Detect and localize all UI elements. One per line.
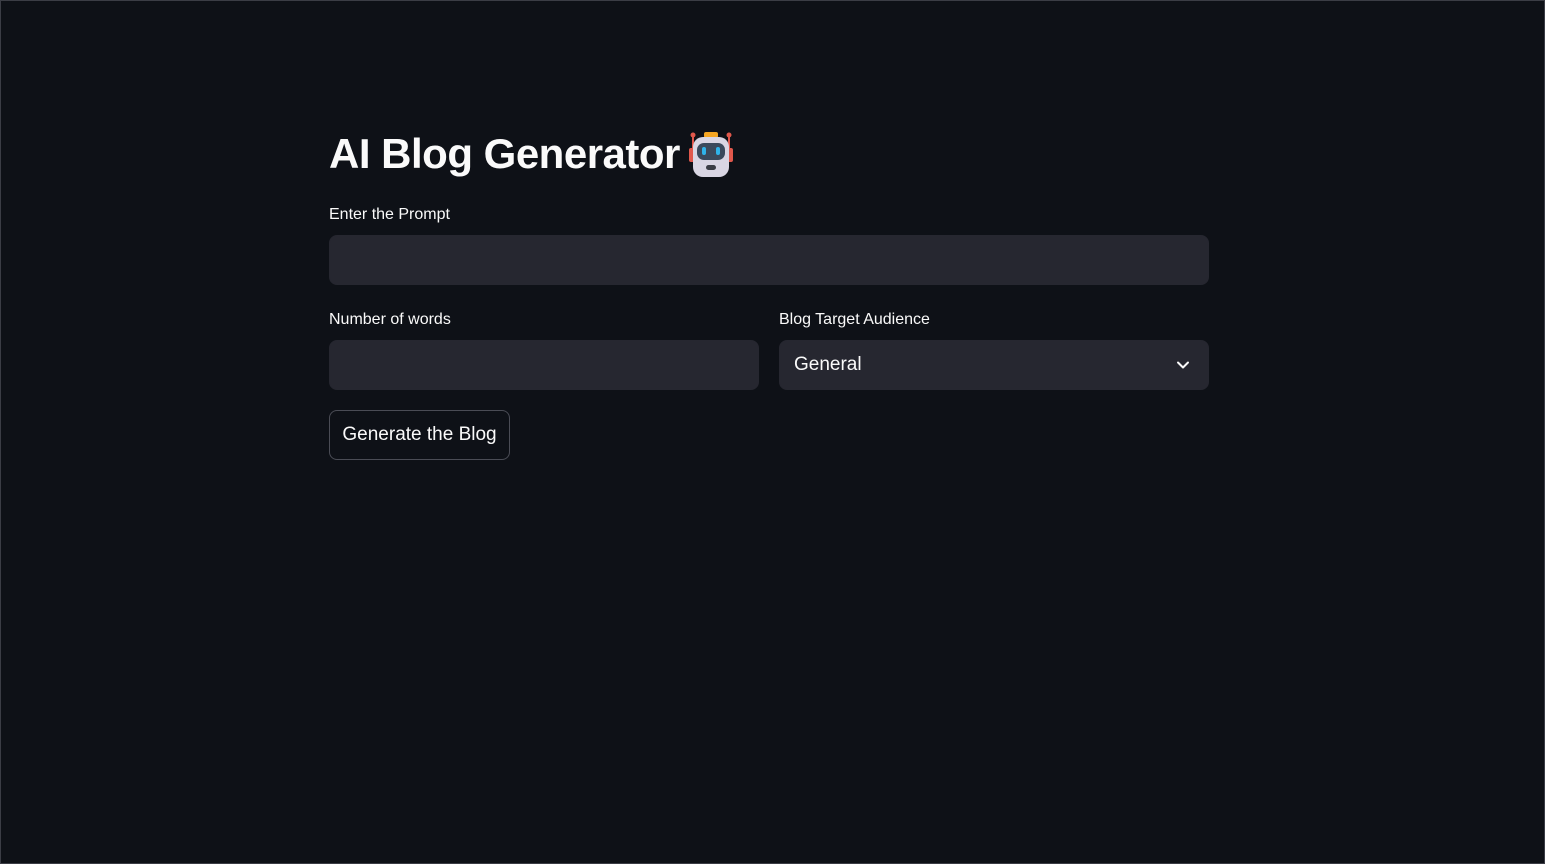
audience-select[interactable]: General <box>779 340 1209 390</box>
word-count-input[interactable] <box>330 341 758 389</box>
title-row: AI Blog Generator <box>329 127 734 181</box>
app-window: AI Blog Generator Enter the Prompt Numbe… <box>0 0 1545 864</box>
word-count-field-container <box>329 340 759 390</box>
prompt-label: Enter the Prompt <box>329 206 450 223</box>
word-count-label: Number of words <box>329 311 451 328</box>
robot-icon <box>688 130 734 178</box>
page-title: AI Blog Generator <box>329 130 680 177</box>
audience-label: Blog Target Audience <box>779 311 930 328</box>
generate-blog-button[interactable]: Generate the Blog <box>329 410 510 460</box>
prompt-field-container <box>329 235 1209 285</box>
audience-selected-value: General <box>794 354 862 375</box>
chevron-down-icon <box>1176 358 1190 372</box>
prompt-input[interactable] <box>330 236 1208 284</box>
